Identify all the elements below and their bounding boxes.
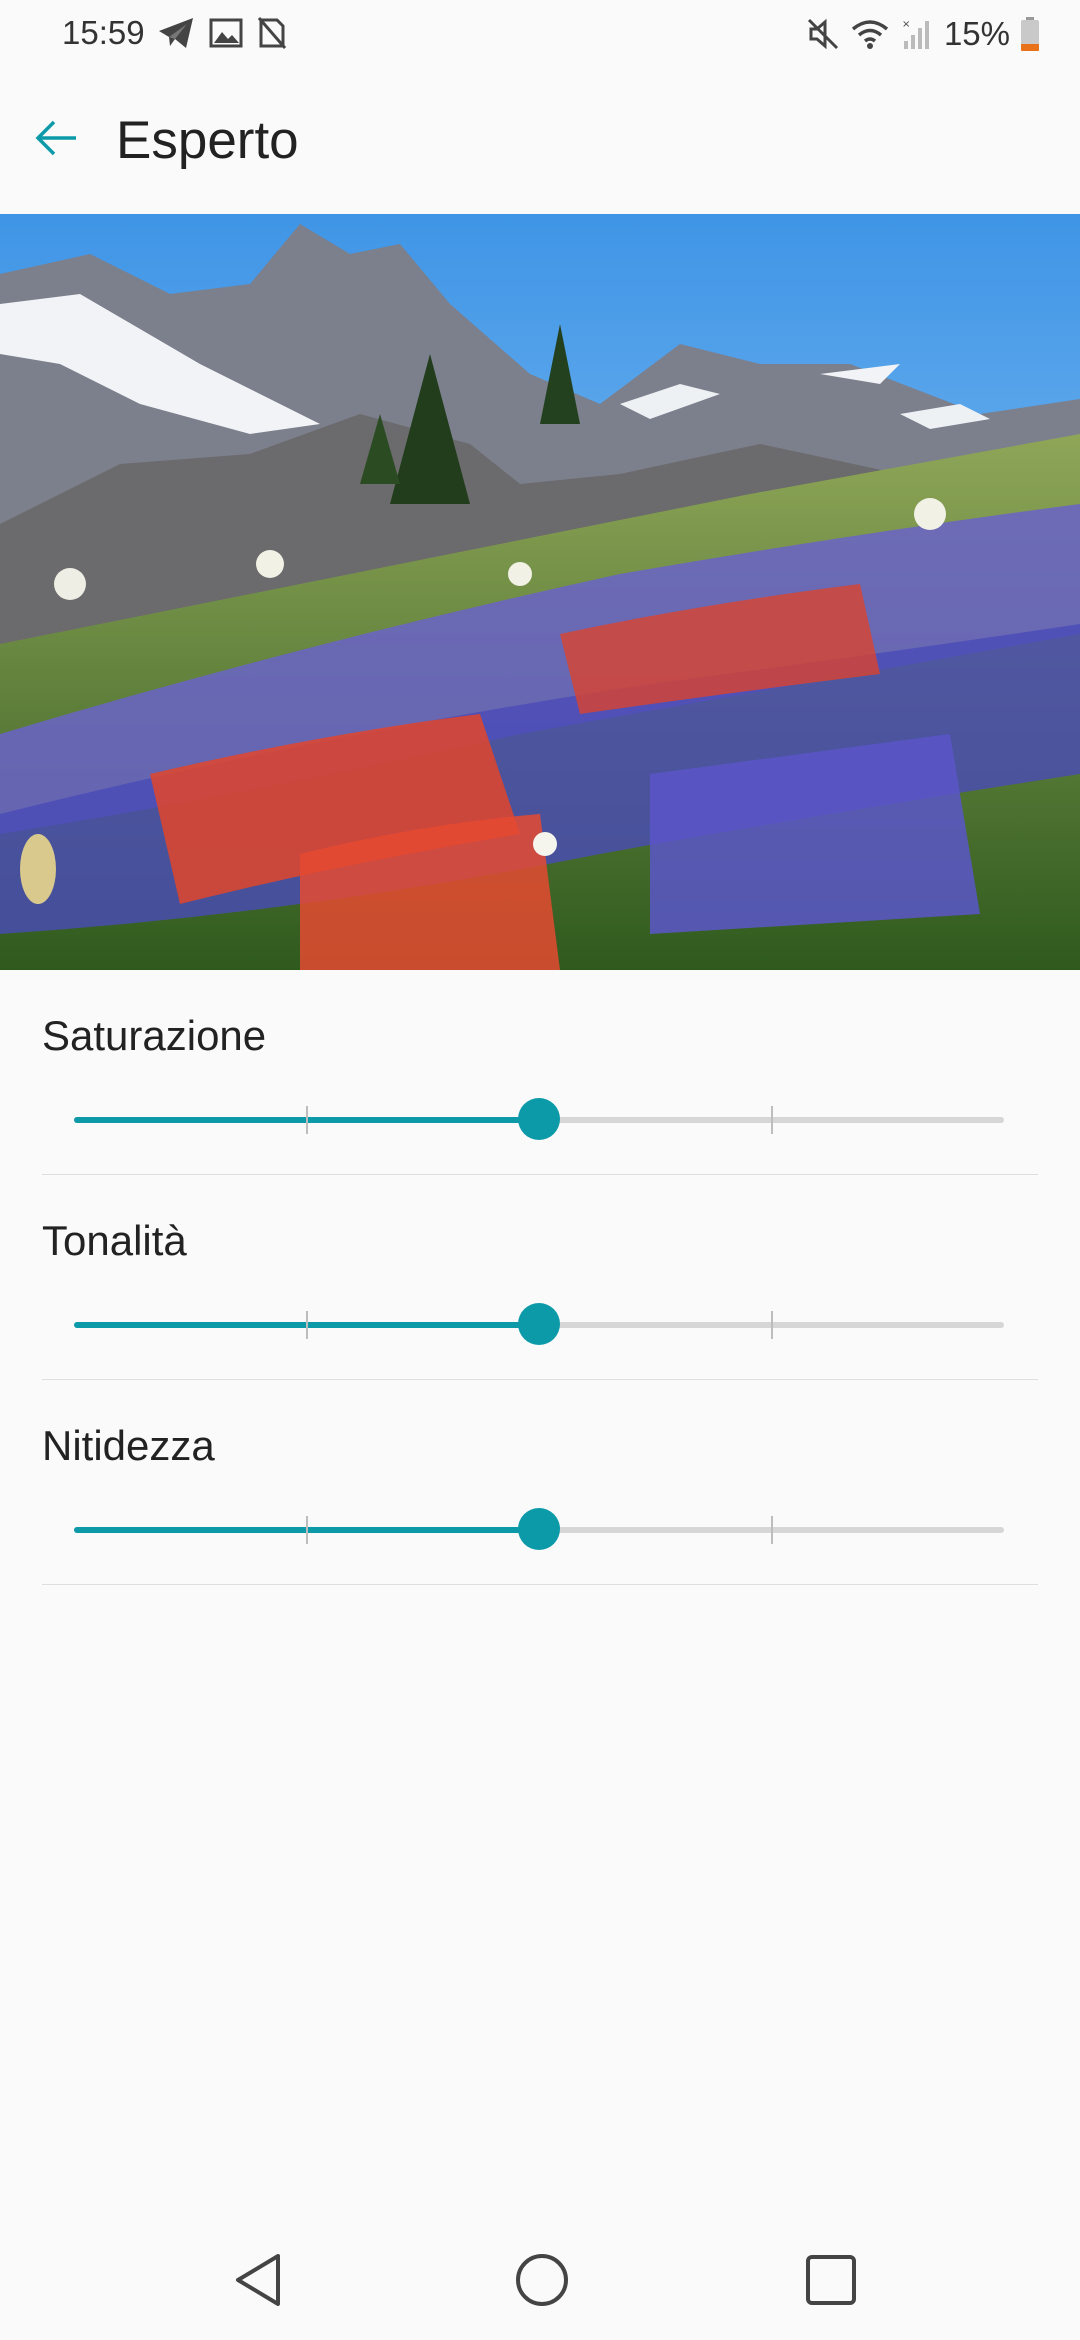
slider-tick (305, 1311, 308, 1339)
nav-recents-button[interactable] (791, 2240, 871, 2320)
slider-tick (770, 1516, 773, 1544)
slider-tick (770, 1311, 773, 1339)
navigation-bar (0, 2214, 1080, 2340)
arrow-left-icon (35, 120, 76, 156)
app-bar: Esperto (0, 66, 1080, 215)
setting-hue: Tonalità (42, 1175, 1038, 1380)
svg-text:×: × (902, 19, 910, 30)
nav-back-button[interactable] (218, 2240, 298, 2320)
hue-slider[interactable] (74, 1303, 1004, 1347)
triangle-back-icon (236, 2254, 280, 2306)
setting-label: Nitidezza (42, 1422, 215, 1469)
no-sim-icon (257, 16, 287, 50)
circle-home-icon (516, 2254, 568, 2306)
settings-list: Saturazione Tonalità Nitidezza (42, 970, 1038, 1585)
status-right-icons: × 15% (806, 12, 1040, 56)
sharpness-slider[interactable] (74, 1508, 1004, 1552)
slider-tick (305, 1106, 308, 1134)
back-button[interactable] (20, 108, 94, 168)
setting-label: Tonalità (42, 1217, 187, 1264)
setting-sharpness: Nitidezza (42, 1380, 1038, 1585)
status-time: 15:59 (62, 14, 145, 51)
wifi-icon (850, 17, 890, 51)
slider-tick (770, 1106, 773, 1134)
battery-icon (1020, 16, 1040, 52)
slider-tick (305, 1516, 308, 1544)
square-recents-icon (806, 2255, 856, 2305)
slider-thumb[interactable] (518, 1303, 560, 1345)
landscape-image (0, 214, 1080, 970)
preview-image (0, 214, 1080, 970)
saturation-slider[interactable] (74, 1098, 1004, 1142)
status-bar: 15:59 × 15% (0, 0, 1080, 66)
page-title: Esperto (116, 111, 299, 170)
gallery-icon (209, 18, 243, 48)
setting-saturation: Saturazione (42, 970, 1038, 1175)
setting-label: Saturazione (42, 1012, 267, 1059)
telegram-icon (157, 16, 195, 50)
status-left-icons (157, 14, 287, 52)
mute-icon (806, 17, 840, 51)
slider-thumb[interactable] (518, 1508, 560, 1550)
nav-home-button[interactable] (502, 2240, 582, 2320)
slider-thumb[interactable] (518, 1098, 560, 1140)
battery-percent: 15% (943, 15, 1010, 52)
signal-icon: × (900, 17, 934, 51)
